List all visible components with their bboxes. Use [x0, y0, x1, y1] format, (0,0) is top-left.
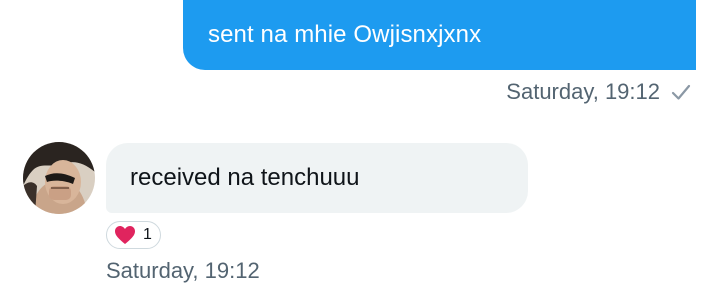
received-message-timestamp: Saturday, 19:12 — [106, 258, 260, 283]
received-message-bubble[interactable]: received na tenchuuu — [106, 143, 528, 213]
heart-icon — [113, 224, 137, 246]
sent-message-text: sent na mhie Owjisnxjxnx — [208, 21, 482, 48]
sent-message-timestamp: Saturday, 19:12 — [506, 79, 660, 104]
received-message-text: received na tenchuuu — [130, 164, 360, 191]
sent-message-bubble[interactable]: sent na mhie Owjisnxjxnx — [183, 0, 696, 70]
sent-message-meta: Saturday, 19:12 — [506, 76, 692, 108]
avatar[interactable] — [23, 142, 95, 214]
check-icon — [670, 81, 692, 103]
reaction-badge[interactable]: 1 — [106, 221, 161, 249]
reaction-count: 1 — [143, 226, 152, 243]
